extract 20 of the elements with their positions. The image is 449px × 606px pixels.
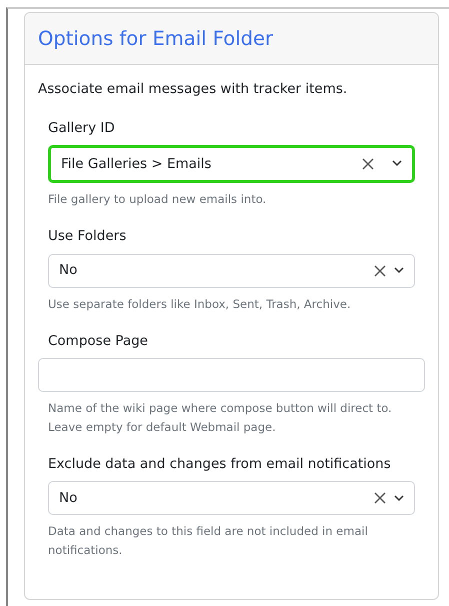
select-field[interactable]: No [48,481,415,516]
field-label: Exclude data and changes from email notifications [48,454,392,474]
help-text: Data and changes to this field are not included in email notifications. [48,523,369,559]
select-field[interactable]: File Galleries > Emails [48,144,415,183]
field-label: Use Folders [48,227,128,246]
panel-title: Options for Email Folder [38,27,274,50]
field-label: Compose Page [47,332,149,351]
panel-description: Associate email messages with tracker items. [38,80,348,100]
select-field[interactable]: No [48,254,415,288]
input-field[interactable] [38,358,425,392]
help-text: Use separate folders like Inbox, Sent, Trash, Archive. [48,296,352,313]
chevron-down-icon[interactable] [392,160,402,168]
chevron-down-icon[interactable] [394,494,404,502]
clear-icon[interactable] [362,158,374,170]
chevron-down-icon[interactable] [394,267,404,274]
field-label: Gallery ID [48,118,116,138]
help-text: File gallery to upload new emails into. [48,190,268,208]
clear-icon[interactable] [374,264,386,277]
help-text: Name of the wiki page where compose button will direct to. Leave empty for default Webmail page. [47,400,393,436]
clear-icon[interactable] [374,492,386,504]
